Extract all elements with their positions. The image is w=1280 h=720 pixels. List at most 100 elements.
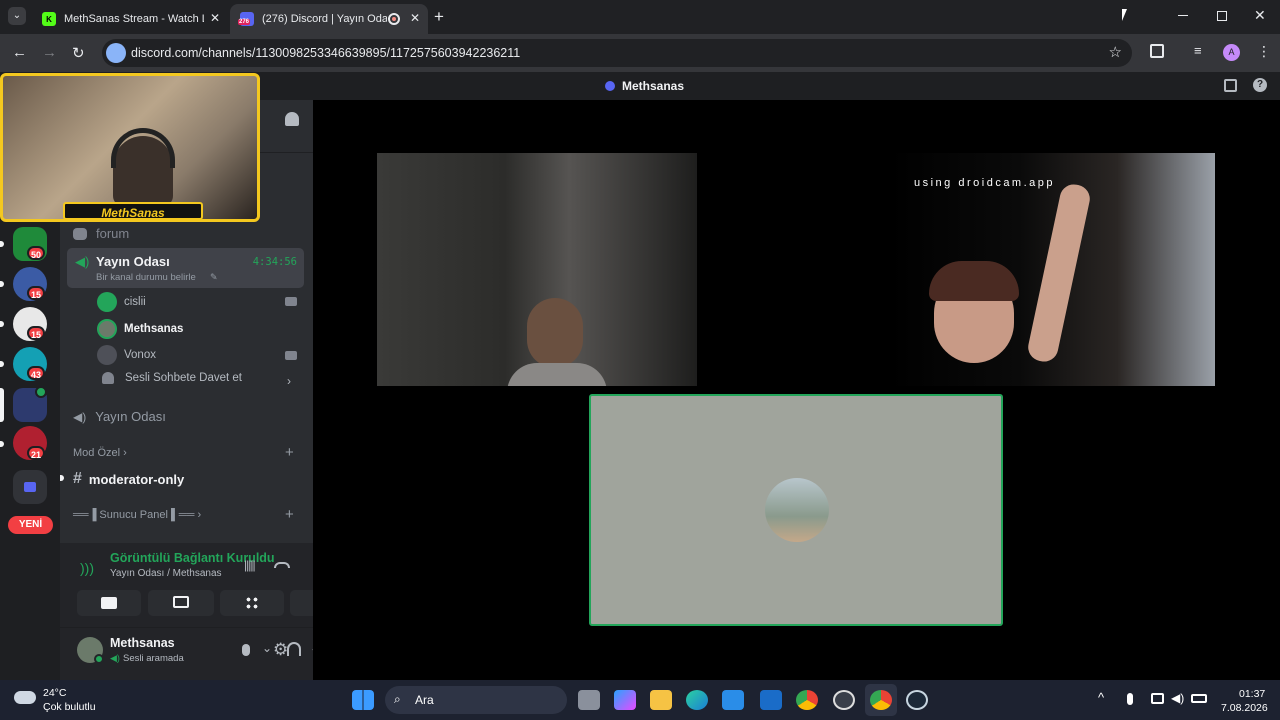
mention-badge: 50	[27, 246, 46, 260]
screen-share-icon	[173, 596, 189, 608]
activities-button[interactable]	[220, 590, 284, 616]
invite-label: Sesli Sohbete Davet et	[125, 372, 242, 384]
chevron-right-icon: ›	[287, 374, 291, 388]
edge-icon[interactable]	[686, 690, 708, 710]
channel-voice-active[interactable]: ◀) Yayın Odası 4:34:56 Bir kanal durumu …	[67, 248, 304, 288]
chrome-icon[interactable]	[870, 690, 892, 710]
hashtag-icon: #	[73, 470, 82, 487]
channel-forum[interactable]: forum	[73, 226, 129, 241]
chrome-icon[interactable]	[796, 690, 818, 710]
chevron-right-icon: ›	[123, 447, 127, 459]
voice-connection-panel: ))) Görüntülü Bağlantı Kuruldu Yayın Oda…	[60, 543, 356, 628]
voice-user-methsanas[interactable]: Methsanas	[97, 319, 183, 339]
voice-status-subtitle[interactable]: Yayın Odası / Methsanas	[110, 568, 222, 579]
store-icon[interactable]	[722, 690, 744, 710]
mention-badge: 15	[27, 286, 46, 300]
chevron-up-icon[interactable]: ^	[1098, 690, 1104, 705]
camera-icon	[285, 297, 297, 306]
windows-start-icon[interactable]	[352, 690, 374, 710]
person-head	[527, 298, 583, 368]
restore-button[interactable]	[1217, 11, 1227, 21]
tab-methsanas-stream[interactable]: K MethSanas Stream - Watch Live ✕	[32, 4, 228, 34]
mouse-cursor-icon	[1122, 9, 1127, 21]
inbox-icon[interactable]	[1224, 79, 1237, 92]
profile-avatar[interactable]: A	[1223, 44, 1240, 61]
video-tile-methsanas[interactable]	[589, 394, 1003, 626]
volume-icon[interactable]: ◀)	[1171, 691, 1184, 705]
voice-user-cislii[interactable]: cislii	[97, 292, 146, 312]
headphones-icon[interactable]	[287, 642, 301, 656]
channel-status-hint[interactable]: Bir kanal durumu belirle	[96, 272, 196, 283]
chevron-down-icon[interactable]: ⌄	[262, 641, 272, 655]
video-tile-cislii[interactable]	[377, 153, 697, 386]
site-info-icon[interactable]	[106, 43, 126, 63]
tab-search-button[interactable]: ⌄	[8, 7, 26, 25]
add-channel-icon[interactable]: +	[285, 444, 294, 461]
clock-date[interactable]: 7.08.2026	[1221, 702, 1268, 714]
voice-small-icon: ◀)	[110, 653, 120, 663]
url-text: discord.com/channels/1130098253346639895…	[131, 46, 521, 60]
reload-icon[interactable]: ↻	[72, 44, 85, 62]
category-mod-ozel[interactable]: Mod Özel ›	[73, 447, 127, 459]
unread-pip	[60, 475, 64, 481]
user-status: Sesli aramada	[123, 653, 184, 664]
microphone-icon[interactable]	[242, 644, 250, 656]
steam-icon[interactable]	[906, 690, 928, 710]
video-tile-vonox[interactable]: using droidcam.app	[889, 153, 1215, 386]
search-placeholder: Ara	[415, 693, 434, 707]
help-icon[interactable]: ?	[1253, 78, 1267, 92]
omnibox[interactable]: discord.com/channels/1130098253346639895…	[102, 39, 1132, 67]
add-channel-icon[interactable]: +	[285, 506, 294, 523]
new-tab-button[interactable]: +	[434, 7, 444, 27]
obs-icon[interactable]	[833, 690, 855, 710]
channel-moderator-only[interactable]: # moderator-only	[73, 470, 184, 488]
outlook-icon[interactable]	[760, 690, 782, 710]
edit-pencil-icon[interactable]: ✎	[210, 272, 218, 283]
close-tab-icon[interactable]: ✕	[210, 11, 220, 25]
category-sunucu-panel[interactable]: ══▐ Sunucu Panel ▌══ ›	[73, 509, 201, 521]
online-status-icon	[94, 654, 104, 664]
media-control-icon[interactable]: ≡	[1194, 43, 1202, 58]
tab-discord[interactable]: 276 (276) Discord | Yayın Odası ✕	[230, 4, 428, 34]
close-tab-icon[interactable]: ✕	[410, 11, 420, 25]
file-explorer-icon[interactable]	[650, 690, 672, 710]
stream-overlay-name: MethSanas	[101, 206, 165, 220]
forward-arrow-icon[interactable]: →	[42, 44, 57, 61]
noise-suppression-icon[interactable]: |||||	[244, 558, 256, 572]
unread-pip	[0, 241, 4, 247]
copilot-icon[interactable]	[614, 690, 636, 710]
user-avatar	[97, 319, 117, 339]
speaker-icon: ◀)	[73, 409, 87, 424]
forum-icon	[73, 227, 87, 240]
unread-pip	[0, 361, 4, 367]
battery-icon[interactable]	[1191, 694, 1207, 703]
user-avatar	[765, 478, 829, 542]
new-badge: YENİ	[8, 516, 53, 534]
invite-to-voice[interactable]: Sesli Sohbete Davet et	[97, 372, 242, 384]
microphone-icon[interactable]	[1127, 693, 1133, 705]
channel-voice-2[interactable]: ◀) Yayın Odası	[73, 409, 166, 424]
bookmark-star-icon[interactable]: ☆	[1109, 43, 1122, 61]
channel-name: moderator-only	[88, 471, 185, 487]
disconnect-icon[interactable]	[274, 562, 290, 568]
weather-desc[interactable]: Çok bulutlu	[43, 701, 96, 713]
user-name[interactable]: Methsanas	[110, 636, 175, 650]
screen-share-button[interactable]	[148, 590, 214, 616]
add-friend-icon[interactable]	[285, 112, 299, 126]
extensions-icon[interactable]	[1150, 44, 1164, 58]
unread-pip	[0, 281, 4, 287]
settings-gear-icon[interactable]: ⚙	[273, 640, 288, 660]
clock-time[interactable]: 01:37	[1239, 688, 1265, 700]
folder-icon[interactable]	[13, 470, 47, 504]
task-view-icon[interactable]	[578, 690, 600, 710]
network-icon[interactable]	[1151, 693, 1164, 704]
minimize-button[interactable]	[1178, 15, 1188, 16]
camera-off-button[interactable]	[77, 590, 141, 616]
voice-user-vonox[interactable]: Vonox	[97, 345, 156, 365]
camera-off-icon	[101, 597, 117, 609]
weather-temp[interactable]: 24°C	[43, 687, 66, 699]
browser-menu-icon[interactable]: ⋮	[1257, 43, 1271, 60]
back-arrow-icon[interactable]: ←	[12, 44, 27, 61]
taskbar-search[interactable]: ⌕ Ara	[385, 686, 567, 714]
close-window-button[interactable]: ✕	[1254, 7, 1266, 24]
